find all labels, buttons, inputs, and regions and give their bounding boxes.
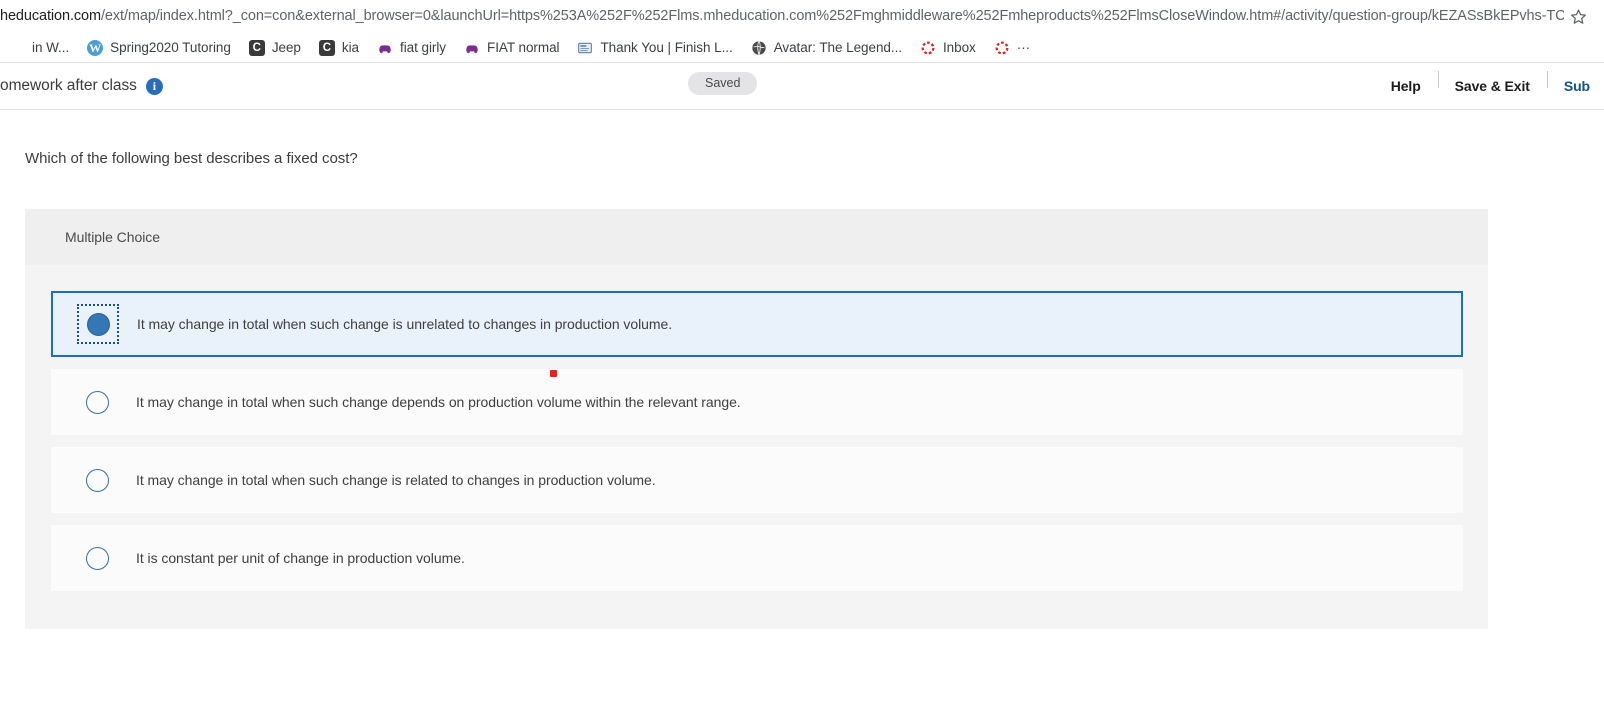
status-badge: Saved xyxy=(688,72,758,95)
answer-option-label: It is constant per unit of change in pro… xyxy=(136,550,465,566)
document-icon xyxy=(577,40,593,56)
radio-button-selected[interactable] xyxy=(77,304,119,344)
assignment-header: omework after class i Saved Help Save & … xyxy=(0,63,1604,110)
loading-ring-icon xyxy=(994,40,1010,56)
radio-icon xyxy=(86,312,110,336)
carmax-icon: C xyxy=(318,39,335,56)
car-icon xyxy=(377,40,393,56)
carmax-icon: C xyxy=(248,39,265,56)
question-panel: Multiple Choice It may change in total w… xyxy=(25,209,1488,629)
globe-icon xyxy=(751,40,767,56)
answer-option[interactable]: It may change in total when such change … xyxy=(51,447,1463,513)
bookmark-item[interactable]: in W... xyxy=(0,37,78,59)
bookmark-item[interactable]: FIAT normal xyxy=(455,37,568,59)
save-and-exit-button[interactable]: Save & Exit xyxy=(1437,71,1547,93)
header-actions: Help Save & Exit Sub xyxy=(1374,63,1590,109)
assignment-title-group: omework after class i xyxy=(0,77,163,95)
bookmark-label: Inbox xyxy=(942,39,976,55)
bookmark-label: fiat girly xyxy=(400,39,447,55)
bookmark-label: ··· xyxy=(1016,39,1031,55)
bookmark-item[interactable]: C Jeep xyxy=(240,37,310,59)
page-root: heducation.com/ext/map/index.html?_con=c… xyxy=(0,0,1604,629)
url-path: /ext/map/index.html?_con=con&external_br… xyxy=(100,8,1564,24)
radio-icon xyxy=(85,546,109,570)
bookmark-label: kia xyxy=(341,39,359,55)
generic-page-icon xyxy=(9,40,25,56)
bookmark-item[interactable]: W Spring2020 Tutoring xyxy=(78,37,240,59)
answer-option-label: It may change in total when such change … xyxy=(137,316,673,332)
main-content: Which of the following best describes a … xyxy=(0,110,1604,629)
answer-option[interactable]: It may change in total when such change … xyxy=(51,291,1463,357)
radio-icon xyxy=(85,468,109,492)
submit-button[interactable]: Sub xyxy=(1546,71,1590,93)
page-title: omework after class xyxy=(0,77,137,94)
radio-button[interactable] xyxy=(76,459,118,501)
browser-chrome: heducation.com/ext/map/index.html?_con=c… xyxy=(0,0,1604,63)
question-type-label: Multiple Choice xyxy=(65,229,160,245)
bookmark-label: Jeep xyxy=(271,39,301,55)
radio-icon xyxy=(85,390,109,414)
address-bar[interactable]: heducation.com/ext/map/index.html?_con=c… xyxy=(0,0,1564,33)
bookmark-label: in W... xyxy=(32,39,70,55)
answer-option[interactable]: It is constant per unit of change in pro… xyxy=(51,525,1463,591)
answer-option-label: It may change in total when such change … xyxy=(136,472,656,488)
answer-options-list: It may change in total when such change … xyxy=(25,265,1488,591)
answer-option[interactable]: It may change in total when such change … xyxy=(51,369,1463,435)
bookmark-label: Spring2020 Tutoring xyxy=(110,39,231,55)
bookmark-item[interactable]: Thank You | Finish L... xyxy=(568,37,741,59)
bookmark-item[interactable]: fiat girly xyxy=(368,37,455,59)
cursor-marker xyxy=(550,370,557,377)
bookmark-item[interactable]: Avatar: The Legend... xyxy=(742,37,911,59)
bookmark-label: FIAT normal xyxy=(487,39,560,55)
question-type-header: Multiple Choice xyxy=(25,209,1488,265)
bookmarks-bar: in W... W Spring2020 Tutoring C Jeep C k… xyxy=(0,33,1604,63)
radio-button[interactable] xyxy=(76,537,118,579)
bookmark-item-overflow[interactable]: ··· xyxy=(985,37,1039,59)
bookmark-item[interactable]: Inbox xyxy=(911,37,985,59)
radio-button[interactable] xyxy=(76,381,118,423)
bookmark-item[interactable]: C kia xyxy=(310,37,368,59)
wordpress-icon: W xyxy=(87,39,104,56)
loading-ring-icon xyxy=(920,40,936,56)
omnibox-row: heducation.com/ext/map/index.html?_con=c… xyxy=(0,0,1604,33)
question-prompt: Which of the following best describes a … xyxy=(25,150,358,167)
info-icon[interactable]: i xyxy=(145,77,163,95)
bookmark-label: Avatar: The Legend... xyxy=(773,39,902,55)
car-icon xyxy=(464,40,480,56)
bookmark-star-icon[interactable] xyxy=(1564,3,1592,31)
answer-option-label: It may change in total when such change … xyxy=(136,394,741,410)
help-button[interactable]: Help xyxy=(1374,79,1438,93)
url-host: heducation.com xyxy=(0,8,101,24)
bookmark-label: Thank You | Finish L... xyxy=(600,39,733,55)
